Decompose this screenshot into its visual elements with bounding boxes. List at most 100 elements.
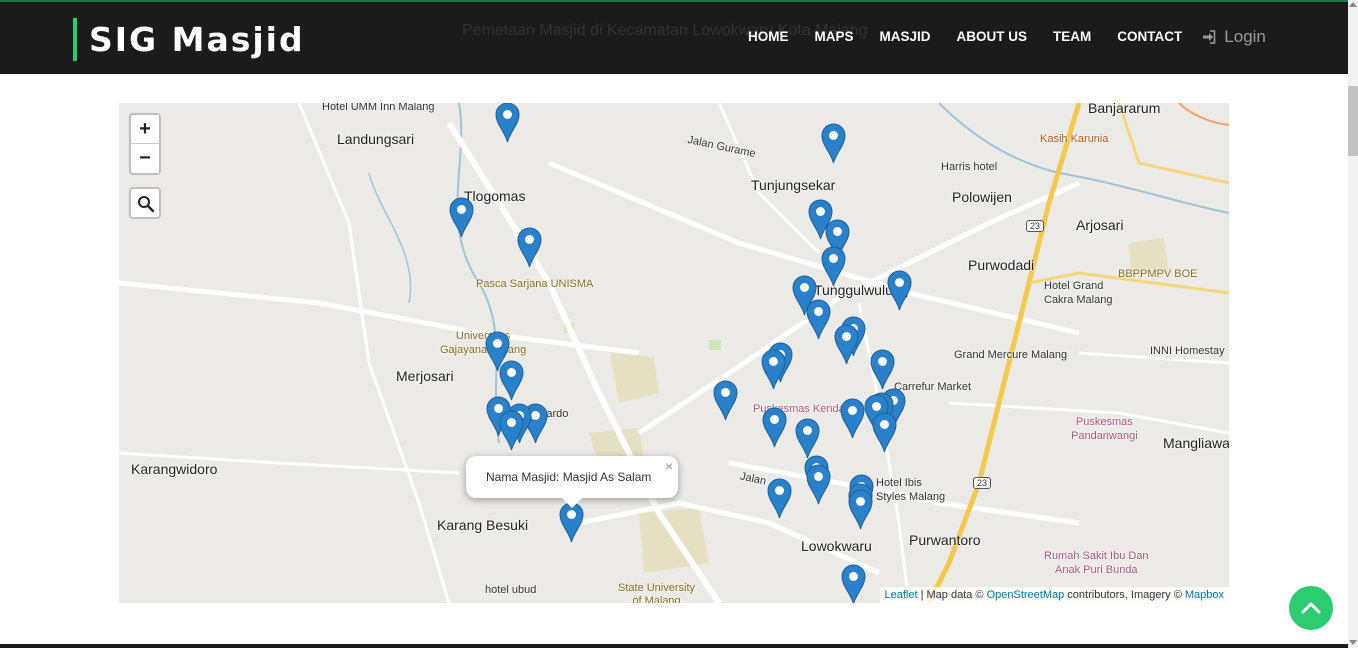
map-label: Merjosari [396, 368, 454, 384]
map-marker-icon [840, 398, 865, 439]
masjid-marker[interactable] [495, 103, 520, 143]
nav-masjid[interactable]: MASJID [880, 24, 931, 50]
map-marker-icon [713, 380, 738, 421]
map-marker-icon [887, 270, 912, 311]
map-label: Banjararum [1088, 103, 1161, 116]
map-marker-icon [767, 478, 792, 519]
map-label: Arjosari [1076, 217, 1124, 233]
route-shield: 23 [973, 477, 992, 489]
map-label: Tunjungsekar [751, 177, 836, 193]
map-marker-icon [834, 324, 859, 365]
masjid-marker[interactable] [767, 478, 792, 519]
popup-close-button[interactable]: × [665, 458, 673, 474]
map-label: Lowokwaru [801, 538, 872, 554]
masjid-marker[interactable] [795, 418, 820, 459]
map-label: Mangliawa [1163, 435, 1229, 451]
masjid-marker[interactable] [834, 324, 859, 365]
brand-logo[interactable]: SIG Masjid [73, 18, 305, 61]
map-label: Purwodadi [968, 257, 1035, 273]
back-to-top-button[interactable] [1289, 586, 1333, 630]
login-link[interactable]: Login [1202, 27, 1266, 47]
leaflet-link[interactable]: Leaflet [885, 589, 918, 601]
map-marker-icon [559, 502, 584, 543]
map-label: Hotel UMM Inn Malang [322, 103, 435, 113]
scroll-down-arrow[interactable] [1349, 640, 1357, 645]
map-marker-icon [499, 410, 524, 451]
masjid-marker[interactable] [806, 299, 831, 340]
map-marker-icon [761, 349, 786, 390]
map-marker-icon [870, 349, 895, 390]
sign-in-icon [1203, 30, 1216, 44]
masjid-marker[interactable] [870, 349, 895, 390]
scroll-up-arrow[interactable] [1349, 2, 1357, 7]
page-scrollbar[interactable] [1348, 0, 1358, 648]
map-label: Kasih Karunia [1040, 133, 1109, 145]
map-marker-icon [806, 299, 831, 340]
masjid-marker[interactable] [449, 197, 474, 238]
map-marker-icon [806, 464, 831, 505]
map-marker-icon [495, 103, 520, 143]
masjid-marker[interactable] [821, 246, 846, 287]
map-label: Puskesmas Pandanwangi [1071, 416, 1138, 442]
main-nav: HOME MAPS MASJID ABOUT US TEAM CONTACT L… [748, 24, 1266, 50]
map-label: hotel ubud [485, 584, 537, 596]
masjid-marker[interactable] [848, 489, 873, 530]
copyright-icon: © [1173, 589, 1182, 601]
nav-about-us[interactable]: ABOUT US [957, 24, 1028, 50]
map-label: Purwantoro [909, 532, 981, 548]
masjid-marker[interactable] [872, 412, 897, 453]
masjid-marker[interactable] [499, 410, 524, 451]
nav-home[interactable]: HOME [748, 24, 789, 50]
chevron-up-icon [1301, 602, 1321, 614]
masjid-marker[interactable] [806, 464, 831, 505]
attribution-text: | Map data © [917, 589, 987, 601]
map-label: Landungsari [337, 131, 415, 147]
map-marker-icon [848, 489, 873, 530]
map-search-button[interactable] [129, 187, 161, 219]
map-attribution: Leaflet | Map data © OpenStreetMap contr… [879, 587, 1229, 603]
map-marker-icon [841, 564, 866, 603]
nav-contact[interactable]: CONTACT [1117, 24, 1182, 50]
masjid-marker[interactable] [517, 227, 542, 268]
mapbox-link[interactable]: Mapbox [1185, 589, 1224, 601]
masjid-marker[interactable] [761, 349, 786, 390]
route-shield: 23 [1026, 220, 1045, 232]
map-label: Karang Besuki [437, 517, 529, 533]
nav-team[interactable]: TEAM [1053, 24, 1091, 50]
popup-text: Nama Masjid: Masjid As Salam [486, 470, 652, 484]
masjid-marker[interactable] [841, 564, 866, 603]
map-label: INNI Homestay [1150, 345, 1225, 357]
masjid-marker[interactable] [887, 270, 912, 311]
map-label: BBPPMPV BOE [1118, 268, 1198, 280]
zoom-out-button[interactable]: − [131, 144, 159, 173]
map-label: Universitas Gajayana Malang [440, 330, 527, 356]
masjid-marker[interactable] [762, 407, 787, 448]
map-marker-icon [762, 407, 787, 448]
map-label: Pasca Sarjana UNISMA [476, 278, 594, 290]
map-label: Hotel Ibis Styles Malang [876, 477, 946, 503]
map-marker-icon [821, 246, 846, 287]
nav-maps[interactable]: MAPS [815, 24, 854, 50]
marker-popup: Nama Masjid: Masjid As Salam × [466, 456, 678, 508]
scroll-thumb[interactable] [1348, 86, 1358, 156]
map-marker-icon [499, 360, 524, 401]
map-label: Hotel Grand Cakra Malang [1044, 280, 1113, 306]
map-label: Rumah Sakit Ibu Dan Anak Puri Bunda [1044, 550, 1149, 576]
map-marker-icon [821, 123, 846, 164]
masjid-marker[interactable] [840, 398, 865, 439]
masjid-marker[interactable] [713, 380, 738, 421]
map-marker-icon [872, 412, 897, 453]
map-label: Harris hotel [941, 161, 998, 173]
map-marker-icon [449, 197, 474, 238]
masjid-map[interactable]: Hotel UMM Inn Malang Landungsari Tlogoma… [119, 103, 1229, 603]
osm-link[interactable]: OpenStreetMap [987, 589, 1065, 601]
masjid-marker[interactable] [559, 502, 584, 543]
zoom-in-button[interactable]: + [131, 115, 159, 144]
masjid-marker[interactable] [499, 360, 524, 401]
map-label: Polowijen [952, 189, 1012, 205]
masjid-marker[interactable] [821, 123, 846, 164]
footer-strip [0, 644, 1348, 648]
login-label: Login [1224, 27, 1266, 46]
map-label: State University of Malang [618, 582, 696, 603]
attribution-text: contributors, Imagery [1064, 589, 1174, 601]
